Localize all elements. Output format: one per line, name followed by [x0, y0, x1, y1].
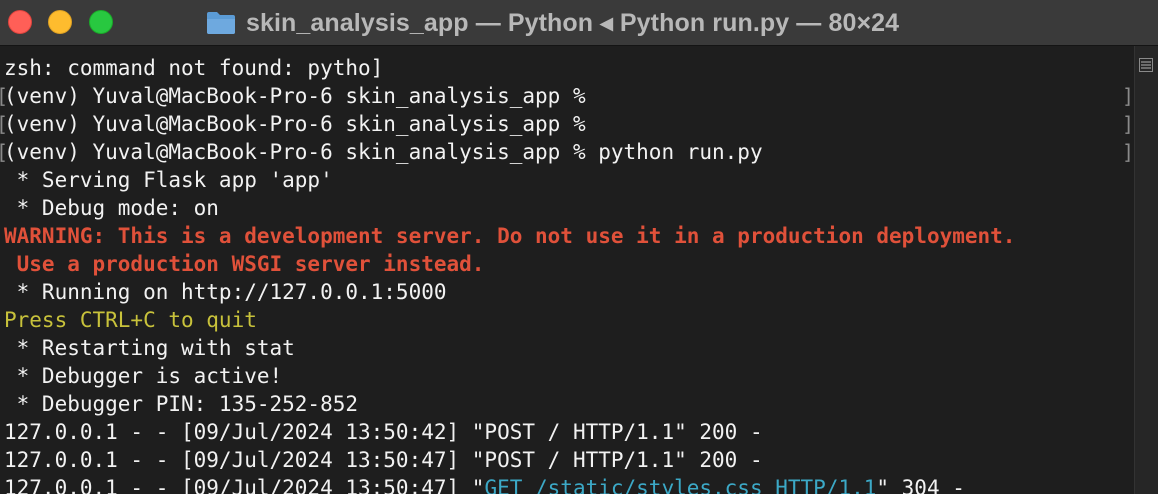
close-button[interactable] — [8, 10, 32, 34]
warning-text: Use a production WSGI server instead. — [4, 252, 485, 276]
terminal-line: (venv) Yuval@MacBook-Pro-6 skin_analysis… — [4, 110, 1015, 138]
terminal-line: (venv) Yuval@MacBook-Pro-6 skin_analysis… — [4, 82, 1015, 110]
terminal-line: * Debugger is active! — [4, 362, 1015, 390]
line-marker-right: ] — [1122, 140, 1135, 164]
output-text: zsh: command not found: pytho] — [4, 56, 384, 80]
output-text: * Debug mode: on — [4, 196, 219, 220]
line-marker-right: ] — [1122, 112, 1135, 136]
output-text: 127.0.0.1 - - [09/Jul/2024 13:50:47] " — [4, 476, 485, 494]
output-text: " 304 - — [876, 476, 965, 494]
output-text: * Debugger PIN: 135-252-852 — [4, 392, 359, 416]
terminal-window: skin_analysis_app — Python ◂ Python run.… — [0, 0, 1158, 494]
terminal-line: * Debugger PIN: 135-252-852 — [4, 390, 1015, 418]
output-text: * Serving Flask app 'app' — [4, 168, 333, 192]
terminal-line: Press CTRL+C to quit — [4, 306, 1015, 334]
zoom-button[interactable] — [89, 10, 113, 34]
line-marker-left: [ — [0, 138, 8, 166]
terminal-line: 127.0.0.1 - - [09/Jul/2024 13:50:47] "PO… — [4, 446, 1015, 474]
window-title-group: skin_analysis_app — Python ◂ Python run.… — [206, 0, 899, 46]
line-marker-right: ] — [1122, 84, 1135, 108]
output-text: (venv) Yuval@MacBook-Pro-6 skin_analysis… — [4, 112, 586, 136]
scroll-marks-icon — [1139, 58, 1153, 72]
terminal-content[interactable]: zsh: command not found: pytho] (venv) Yuv… — [0, 46, 1158, 494]
link-text: GET /static/styles.css HTTP/1.1 — [484, 476, 877, 494]
output-text: (venv) Yuval@MacBook-Pro-6 skin_analysis… — [4, 140, 763, 164]
terminal-line: (venv) Yuval@MacBook-Pro-6 skin_analysis… — [4, 138, 1015, 166]
terminal-line: * Debug mode: on — [4, 194, 1015, 222]
minimize-button[interactable] — [48, 10, 72, 34]
title-bar[interactable]: skin_analysis_app — Python ◂ Python run.… — [0, 0, 1158, 46]
output-text: (venv) Yuval@MacBook-Pro-6 skin_analysis… — [4, 84, 586, 108]
line-marker-left: [ — [0, 82, 8, 110]
notice-text: Press CTRL+C to quit — [4, 308, 257, 332]
folder-icon — [206, 11, 236, 35]
output-text: 127.0.0.1 - - [09/Jul/2024 13:50:47] "PO… — [4, 448, 763, 472]
output-text: 127.0.0.1 - - [09/Jul/2024 13:50:42] "PO… — [4, 420, 763, 444]
terminal-line: * Restarting with stat — [4, 334, 1015, 362]
terminal-line: WARNING: This is a development server. D… — [4, 222, 1015, 250]
line-marker-left: [ — [0, 110, 8, 138]
output-text: * Running on http://127.0.0.1:5000 — [4, 280, 447, 304]
scrollbar[interactable] — [1134, 46, 1158, 494]
terminal-line: 127.0.0.1 - - [09/Jul/2024 13:50:47] "GE… — [4, 474, 1015, 494]
window-title: skin_analysis_app — Python ◂ Python run.… — [246, 9, 900, 37]
terminal-line: * Running on http://127.0.0.1:5000 — [4, 278, 1015, 306]
terminal-output: zsh: command not found: pytho] (venv) Yuv… — [4, 54, 1015, 494]
output-text: * Restarting with stat — [4, 336, 295, 360]
warning-text: WARNING: This is a development server. D… — [4, 224, 1016, 248]
terminal-line: Use a production WSGI server instead. — [4, 250, 1015, 278]
terminal-line: * Serving Flask app 'app' — [4, 166, 1015, 194]
terminal-line: 127.0.0.1 - - [09/Jul/2024 13:50:42] "PO… — [4, 418, 1015, 446]
output-text: * Debugger is active! — [4, 364, 283, 388]
terminal-line: zsh: command not found: pytho] — [4, 54, 1015, 82]
